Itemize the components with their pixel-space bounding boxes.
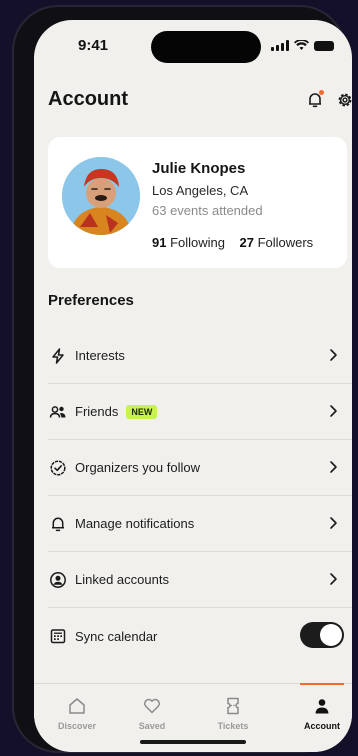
profile-name: Julie Knopes (152, 160, 246, 177)
tab-account[interactable]: Account (290, 684, 352, 742)
tab-saved[interactable]: Saved (120, 684, 184, 742)
avatar (62, 157, 140, 235)
status-time: 9:41 (78, 37, 109, 54)
menu-item-label: Sync calendar (75, 628, 158, 644)
menu-item-interests[interactable]: Interests (48, 328, 352, 384)
followers-label: Followers (257, 235, 314, 250)
new-badge: NEW (126, 404, 158, 419)
menu-item-notifications[interactable]: Manage notifications (48, 496, 352, 552)
gear-icon[interactable] (336, 91, 352, 109)
follow-stats: 91 Following 27 Followers (152, 235, 313, 250)
menu-item-organizers[interactable]: Organizers you follow (48, 440, 352, 496)
ticket-icon (227, 697, 239, 715)
home-icon (69, 698, 85, 714)
menu-item-label: Linked accounts (75, 572, 169, 587)
following-label: Following (170, 235, 226, 250)
tab-discover[interactable]: Discover (45, 684, 109, 742)
chevron-right-icon (330, 461, 337, 473)
people-icon (49, 403, 67, 421)
calendar-icon (49, 627, 67, 645)
bell-icon (49, 515, 67, 533)
heart-icon (144, 698, 160, 714)
section-title: Preferences (48, 292, 134, 309)
menu-item-label: Interests (75, 348, 125, 363)
verified-badge-icon (49, 459, 67, 477)
signal-icon (271, 40, 289, 51)
home-indicator[interactable] (140, 740, 246, 744)
followers-count: 27 (239, 235, 254, 250)
tab-label: Tickets (217, 721, 249, 731)
profile-location: Los Angeles, CA (152, 183, 249, 198)
dynamic-island (151, 31, 261, 63)
events-attended: 63 events attended (152, 203, 263, 218)
profile-card[interactable]: Julie Knopes Los Angeles, CA 63 events a… (48, 137, 347, 268)
following-count: 91 (152, 235, 167, 250)
menu-item-linked-accounts[interactable]: Linked accounts (48, 552, 352, 608)
menu-item-friends[interactable]: Friends NEW (48, 384, 352, 440)
tab-tickets[interactable]: Tickets (201, 684, 265, 742)
toggle-knob (320, 624, 342, 646)
menu-item-label: Manage notifications (75, 516, 195, 531)
tab-label: Saved (138, 721, 166, 731)
chevron-right-icon (330, 573, 337, 585)
tab-label: Account (304, 721, 340, 731)
chevron-right-icon (330, 405, 337, 417)
battery-icon (314, 40, 334, 51)
phone-frame: 9:41 Account Julie Knopes Los Angeles, C… (12, 5, 352, 753)
tab-label: Discover (57, 721, 97, 731)
chevron-right-icon (330, 517, 337, 529)
followers-link[interactable]: 27 Followers (239, 235, 313, 250)
menu-item-label: Friends (75, 404, 119, 419)
menu-item-sync-calendar[interactable]: Sync calendar (48, 608, 352, 664)
chevron-right-icon (330, 349, 337, 361)
status-icons (271, 40, 334, 51)
user-circle-icon (49, 571, 67, 589)
page-title: Account (48, 88, 128, 110)
notification-dot (319, 90, 324, 95)
wifi-icon (294, 40, 309, 50)
preferences-list: Interests Friends NEW Organizers you fol… (48, 328, 352, 664)
sync-calendar-toggle[interactable] (300, 622, 344, 648)
lightning-icon (49, 347, 67, 365)
menu-item-label: Organizers you follow (75, 460, 200, 475)
following-link[interactable]: 91 Following (152, 235, 225, 250)
status-bar: 9:41 (34, 20, 352, 74)
person-icon (315, 699, 329, 714)
app-screen: 9:41 Account Julie Knopes Los Angeles, C… (34, 20, 352, 752)
